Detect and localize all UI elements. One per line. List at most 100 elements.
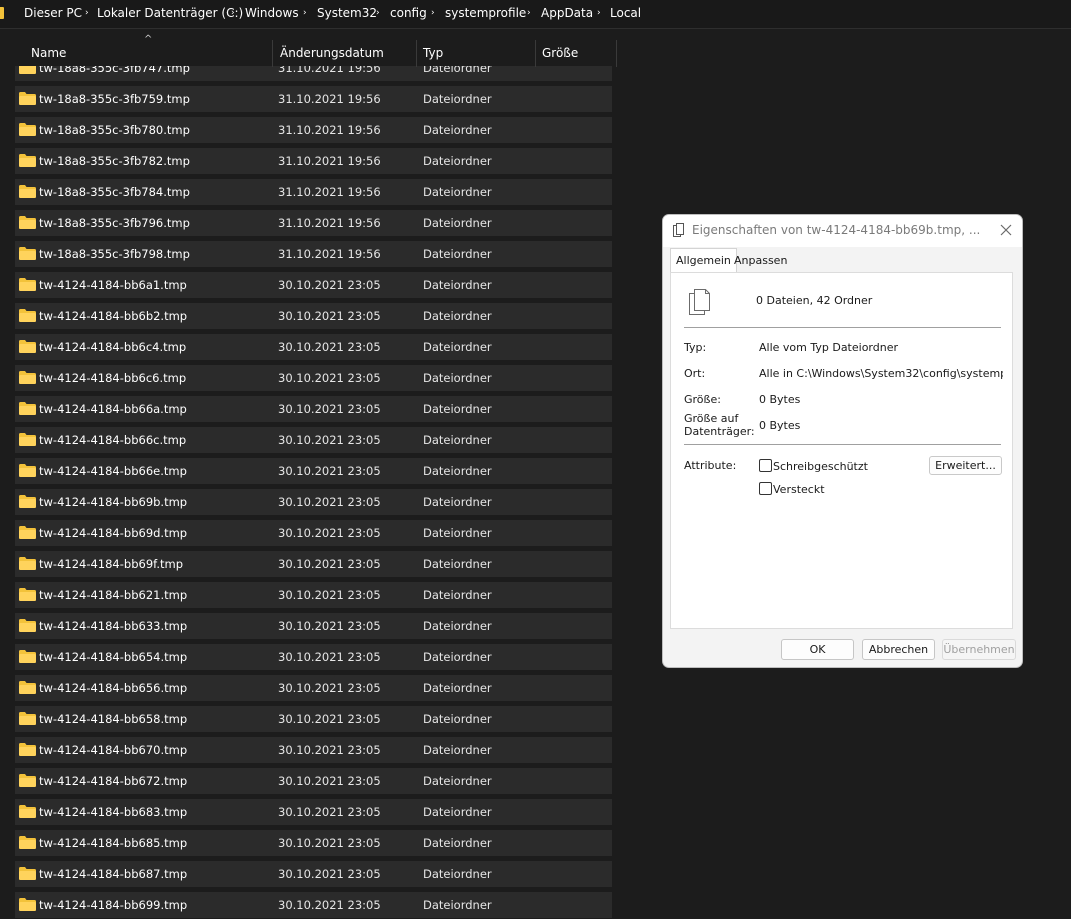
table-row[interactable]: tw-4124-4184-bb66e.tmp 30.10.2021 23:05 Da… <box>15 458 612 484</box>
tab-allgemein[interactable]: Allgemein <box>670 248 737 273</box>
file-date: 30.10.2021 23:05 <box>278 526 381 540</box>
file-type: Dateiordner <box>423 557 492 571</box>
column-divider[interactable] <box>272 40 273 67</box>
table-row[interactable]: tw-18a8-355c-3fb780.tmp 31.10.2021 19:56 D… <box>15 117 612 143</box>
file-date: 31.10.2021 19:56 <box>278 154 381 168</box>
table-row[interactable]: tw-4124-4184-bb633.tmp 30.10.2021 23:05 Da… <box>15 613 612 639</box>
file-name: tw-4124-4184-bb699.tmp <box>39 898 188 912</box>
column-name[interactable]: Name <box>31 40 66 67</box>
versteckt-checkbox[interactable] <box>759 482 772 495</box>
table-row[interactable]: tw-4124-4184-bb6a1.tmp 30.10.2021 23:05 Da… <box>15 272 612 298</box>
table-row[interactable]: tw-4124-4184-bb672.tmp 30.10.2021 23:05 Da… <box>15 768 612 794</box>
abbrechen-button[interactable]: Abbrechen <box>862 639 935 660</box>
tab-anpassen[interactable]: Anpassen <box>729 250 792 272</box>
uebernehmen-button[interactable]: Übernehmen <box>942 639 1016 660</box>
file-name: tw-4124-4184-bb658.tmp <box>39 712 188 726</box>
table-row[interactable]: tw-4124-4184-bb621.tmp 30.10.2021 23:05 Da… <box>15 582 612 608</box>
file-date: 30.10.2021 23:05 <box>278 278 381 292</box>
table-row[interactable]: tw-18a8-355c-3fb784.tmp 31.10.2021 19:56 D… <box>15 179 612 205</box>
file-type: Dateiordner <box>423 526 492 540</box>
folder-icon <box>19 123 36 136</box>
file-type: Dateiordner <box>423 650 492 664</box>
file-type: Dateiordner <box>423 340 492 354</box>
file-name: tw-18a8-355c-3fb780.tmp <box>39 123 190 137</box>
table-row[interactable]: tw-4124-4184-bb66c.tmp 30.10.2021 23:05 Da… <box>15 427 612 453</box>
file-type: Dateiordner <box>423 495 492 509</box>
table-row[interactable]: tw-4124-4184-bb656.tmp 30.10.2021 23:05 Da… <box>15 675 612 701</box>
table-row[interactable]: tw-18a8-355c-3fb782.tmp 31.10.2021 19:56 D… <box>15 148 612 174</box>
table-row[interactable]: tw-4124-4184-bb69d.tmp 30.10.2021 23:05 Da… <box>15 520 612 546</box>
table-row[interactable]: tw-4124-4184-bb654.tmp 30.10.2021 23:05 Da… <box>15 644 612 670</box>
file-name: tw-18a8-355c-3fb798.tmp <box>39 247 190 261</box>
table-row[interactable]: tw-4124-4184-bb6b2.tmp 30.10.2021 23:05 Da… <box>15 303 612 329</box>
table-row[interactable]: tw-4124-4184-bb685.tmp 30.10.2021 23:05 Da… <box>15 830 612 856</box>
file-type: Dateiordner <box>423 402 492 416</box>
folder-icon <box>19 402 36 415</box>
schreibgeschuetzt-checkbox[interactable] <box>759 459 772 472</box>
file-date: 30.10.2021 23:05 <box>278 557 381 571</box>
file-type: Dateiordner <box>423 371 492 385</box>
dialog-titlebar[interactable]: Eigenschaften von tw-4124-4184-bb69b.tmp… <box>663 215 1022 247</box>
divider <box>684 327 1001 328</box>
file-name: tw-4124-4184-bb685.tmp <box>39 836 188 850</box>
column-type[interactable]: Typ <box>423 40 443 67</box>
file-name: tw-4124-4184-bb66c.tmp <box>39 433 187 447</box>
folder-icon <box>19 278 36 291</box>
documents-icon <box>673 223 684 237</box>
file-date: 30.10.2021 23:05 <box>278 588 381 602</box>
file-name: tw-18a8-355c-3fb796.tmp <box>39 216 190 230</box>
file-name: tw-18a8-355c-3fb759.tmp <box>39 92 190 106</box>
table-row[interactable]: tw-18a8-355c-3fb796.tmp 31.10.2021 19:56 D… <box>15 210 612 236</box>
attribute-label: Attribute: <box>684 459 737 472</box>
table-row[interactable]: tw-4124-4184-bb670.tmp 30.10.2021 23:05 Da… <box>15 737 612 763</box>
table-row[interactable]: tw-4124-4184-bb699.tmp 30.10.2021 23:05 Da… <box>15 892 612 918</box>
file-date: 31.10.2021 19:56 <box>278 92 381 106</box>
folder-icon <box>19 495 36 508</box>
file-date: 30.10.2021 23:05 <box>278 340 381 354</box>
column-divider[interactable] <box>416 40 417 67</box>
file-date: 30.10.2021 23:05 <box>278 433 381 447</box>
ok-button[interactable]: OK <box>781 639 854 660</box>
column-size[interactable]: Größe <box>542 40 578 67</box>
column-divider[interactable] <box>616 40 617 67</box>
folder-icon <box>19 774 36 787</box>
schreibgeschuetzt-label[interactable]: Schreibgeschützt <box>773 460 868 473</box>
file-name: tw-4124-4184-bb654.tmp <box>39 650 188 664</box>
table-row[interactable]: tw-4124-4184-bb683.tmp 30.10.2021 23:05 Da… <box>15 799 612 825</box>
column-divider[interactable] <box>535 40 536 67</box>
column-header: ^ Name Änderungsdatum Typ Größe <box>0 34 620 67</box>
file-date: 31.10.2021 19:56 <box>278 247 381 261</box>
table-row[interactable]: tw-4124-4184-bb69b.tmp 30.10.2021 23:05 Da… <box>15 489 612 515</box>
file-name: tw-4124-4184-bb672.tmp <box>39 774 188 788</box>
close-icon[interactable] <box>998 222 1014 238</box>
folder-icon <box>19 309 36 322</box>
table-row[interactable]: tw-4124-4184-bb6c4.tmp 30.10.2021 23:05 Da… <box>15 334 612 360</box>
ort-label: Ort: <box>684 367 706 380</box>
file-name: tw-4124-4184-bb69f.tmp <box>39 557 184 571</box>
folder-icon <box>19 433 36 446</box>
table-row[interactable]: tw-4124-4184-bb66a.tmp 30.10.2021 23:05 Da… <box>15 396 612 422</box>
versteckt-label[interactable]: Versteckt <box>773 483 825 496</box>
file-date: 30.10.2021 23:05 <box>278 867 381 881</box>
file-date: 31.10.2021 19:56 <box>278 216 381 230</box>
folder-icon <box>19 557 36 570</box>
folder-icon <box>19 898 36 911</box>
file-type: Dateiordner <box>423 712 492 726</box>
table-row[interactable]: tw-4124-4184-bb6c6.tmp 30.10.2021 23:05 Da… <box>15 365 612 391</box>
file-name: tw-4124-4184-bb6c6.tmp <box>39 371 187 385</box>
column-date[interactable]: Änderungsdatum <box>280 40 384 67</box>
file-name: tw-4124-4184-bb687.tmp <box>39 867 188 881</box>
table-row[interactable]: tw-18a8-355c-3fb759.tmp 31.10.2021 19:56 D… <box>15 86 612 112</box>
table-row[interactable]: tw-4124-4184-bb69f.tmp 30.10.2021 23:05 Da… <box>15 551 612 577</box>
table-row[interactable]: tw-4124-4184-bb687.tmp 30.10.2021 23:05 Da… <box>15 861 612 887</box>
table-row[interactable]: tw-4124-4184-bb658.tmp 30.10.2021 23:05 Da… <box>15 706 612 732</box>
erweitert-button[interactable]: Erweitert... <box>929 456 1002 475</box>
folder-icon <box>19 185 36 198</box>
file-type: Dateiordner <box>423 247 492 261</box>
file-date: 30.10.2021 23:05 <box>278 650 381 664</box>
file-name: tw-4124-4184-bb66e.tmp <box>39 464 187 478</box>
file-type: Dateiordner <box>423 464 492 478</box>
file-type: Dateiordner <box>423 743 492 757</box>
file-type: Dateiordner <box>423 278 492 292</box>
table-row[interactable]: tw-18a8-355c-3fb798.tmp 31.10.2021 19:56 D… <box>15 241 612 267</box>
